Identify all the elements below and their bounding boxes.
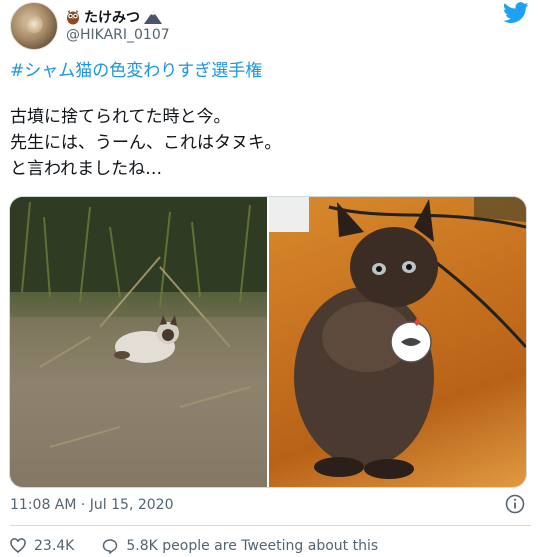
tweet-line-2: 先生には、うーん、これはタヌキ。	[10, 133, 282, 153]
heart-icon[interactable]	[10, 538, 26, 554]
tweet-line-1: 古墳に捨てられてた時と今。	[10, 107, 231, 127]
action-row: 23.4K 5.8K people are Tweeting about thi…	[10, 536, 378, 556]
kitten-scene-drawing	[10, 197, 267, 487]
info-icon[interactable]	[505, 494, 525, 514]
tweeting-about-link[interactable]: 5.8K people are Tweeting about this	[126, 538, 378, 554]
tweet-timestamp[interactable]: 11:08 AM · Jul 15, 2020	[10, 497, 174, 513]
tweet-text: #シャム猫の色変わりすぎ選手権 古墳に捨てられてた時と今。 先生には、うーん、こ…	[10, 58, 530, 182]
reply-bubble-icon[interactable]	[102, 538, 118, 554]
adult-cat-photo[interactable]	[269, 197, 526, 487]
media-grid	[9, 196, 527, 488]
owl-icon	[67, 10, 79, 25]
handle[interactable]: @HIKARI_0107	[66, 27, 170, 43]
adult-cat-scene-drawing	[269, 197, 526, 479]
author-row[interactable]: たけみつ	[66, 8, 162, 26]
hashtag-link[interactable]: #シャム猫の色変わりすぎ選手権	[10, 58, 530, 84]
action-divider	[10, 525, 531, 526]
tweet-card: たけみつ @HIKARI_0107 #シャム猫の色変わりすぎ選手権 古墳に捨てら…	[0, 0, 541, 557]
like-count[interactable]: 23.4K	[34, 538, 74, 554]
kitten-photo[interactable]	[10, 197, 267, 487]
tweet-line-3: と言われましたね…	[10, 159, 163, 179]
display-name[interactable]: たけみつ	[84, 7, 140, 27]
avatar[interactable]	[10, 2, 58, 50]
twitter-bird-icon[interactable]	[503, 2, 529, 24]
mountain-icon	[144, 11, 162, 24]
